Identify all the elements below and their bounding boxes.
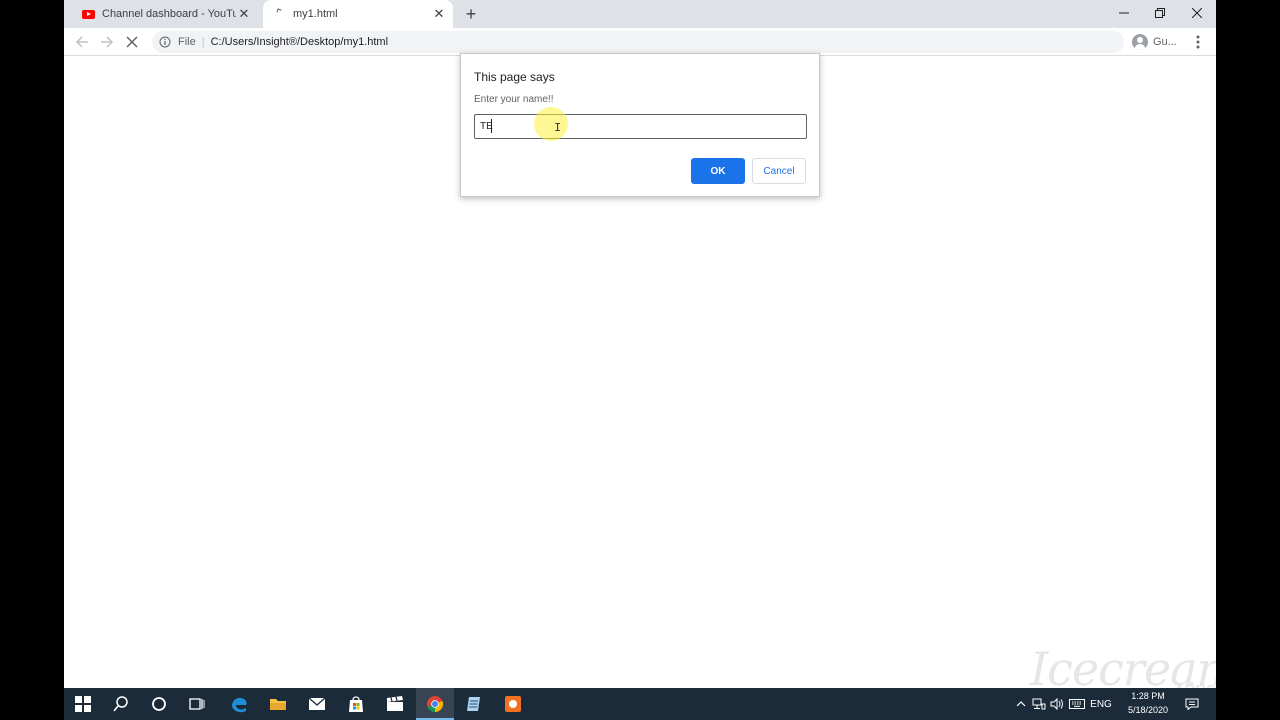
browser-toolbar: File | C:/Users/Insight®/Desktop/my1.htm… [64,28,1216,56]
scheme-label: File [178,36,196,48]
volume-button[interactable] [1049,688,1065,720]
clock-time: 1:28 PM [1131,691,1165,701]
address-separator: | [201,36,205,48]
taskbar-notepad[interactable] [455,688,493,720]
start-button[interactable] [64,688,102,720]
tab-title: my1.html [293,8,338,20]
taskbar-video-editor[interactable] [376,688,414,720]
cursor-highlight [534,107,568,141]
prompt-dialog: This page says Enter your name!! I OK Ca… [460,53,820,197]
cortana-button[interactable] [140,688,178,720]
taskbar-store[interactable] [337,688,375,720]
close-tab-icon[interactable]: ✕ [236,6,252,22]
close-icon [1192,8,1202,18]
taskbar-chrome[interactable] [416,688,454,720]
search-button[interactable] [102,688,140,720]
task-view-icon [189,698,205,710]
forward-arrow-icon [101,36,114,48]
task-view-button[interactable] [178,688,216,720]
edge-icon [232,697,247,713]
volume-icon [1050,698,1063,710]
restore-icon [1155,8,1165,18]
windows-icon [75,696,91,712]
clock-date: 5/18/2020 [1127,705,1169,715]
restore-button[interactable] [1142,0,1178,26]
back-arrow-icon [75,36,88,48]
name-input[interactable] [474,114,807,139]
close-tab-icon[interactable]: ✕ [431,6,447,22]
clapper-icon [387,696,403,711]
taskbar-mail[interactable] [298,688,336,720]
store-icon [349,696,363,712]
keyboard-icon [1069,699,1085,709]
taskbar-edge[interactable] [220,688,258,720]
info-icon[interactable] [158,35,172,49]
clock[interactable]: 1:28 PM 5/18/2020 [1114,689,1182,717]
network-icon [1032,698,1046,710]
forward-button[interactable] [98,33,116,51]
back-button[interactable] [73,33,91,51]
minimize-button[interactable] [1106,0,1142,26]
chevron-up-icon [1016,701,1026,707]
text-caret [491,119,492,133]
right-letterbox [1216,0,1280,720]
chrome-icon [427,696,444,713]
folder-icon [270,699,286,710]
close-window-button[interactable] [1179,0,1215,26]
url-text: C:/Users/Insight®/Desktop/my1.html [210,36,389,48]
mail-icon [308,697,326,710]
taskbar: ENG 1:28 PM 5/18/2020 [64,688,1216,720]
cortana-icon [152,697,166,711]
search-icon [113,696,128,712]
taskbar-recorder[interactable] [494,688,532,720]
language-indicator[interactable]: ENG [1089,688,1113,720]
tab-my1-html[interactable]: my1.html ✕ [263,0,453,28]
browser-menu-button[interactable] [1191,33,1205,51]
new-tab-button[interactable]: + [462,5,480,23]
notification-icon [1185,698,1199,710]
youtube-icon [80,6,96,22]
minimize-icon [1119,12,1129,14]
tab-strip: Channel dashboard - YouTube St ✕ my1.htm… [64,0,1216,28]
text-cursor-icon: I [554,121,562,135]
network-button[interactable] [1031,688,1047,720]
dialog-title: This page says [474,70,555,84]
ok-button[interactable]: OK [691,158,745,184]
address-bar[interactable]: File | C:/Users/Insight®/Desktop/my1.htm… [152,31,1124,53]
tab-title: Channel dashboard - YouTube St [102,8,236,20]
loading-icon [271,6,287,22]
cancel-button[interactable]: Cancel [752,158,806,184]
more-vert-icon [1196,35,1200,49]
profile-label: Gu... [1153,36,1177,48]
stop-icon [126,36,138,48]
left-letterbox [0,0,64,720]
avatar-icon [1132,34,1148,50]
recorder-icon [505,696,521,712]
notifications-button[interactable] [1182,688,1202,720]
dialog-message: Enter your name!! [474,94,554,105]
screen: Channel dashboard - YouTube St ✕ my1.htm… [64,0,1216,720]
keyboard-button[interactable] [1068,688,1086,720]
notepad-icon [467,697,480,711]
stop-loading-button[interactable] [123,33,141,51]
profile-button[interactable]: Gu... [1132,32,1177,52]
tab-youtube-dashboard[interactable]: Channel dashboard - YouTube St ✕ [72,0,258,28]
show-hidden-icons-button[interactable] [1014,688,1028,720]
taskbar-file-explorer[interactable] [259,688,297,720]
